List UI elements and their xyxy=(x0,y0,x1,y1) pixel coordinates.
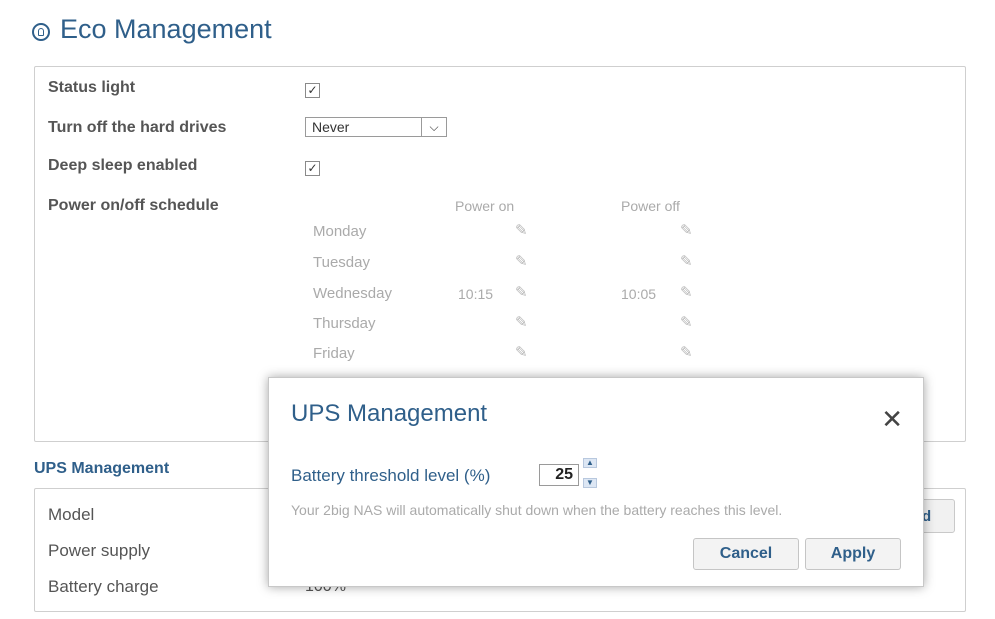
edit-power-on-icon[interactable]: ✎ xyxy=(515,285,531,301)
deep-sleep-label: Deep sleep enabled xyxy=(48,157,198,174)
power-on-time: 10:15 xyxy=(458,286,494,302)
day-label: Monday xyxy=(313,223,367,240)
day-label: Thursday xyxy=(313,315,376,332)
day-label: Wednesday xyxy=(313,285,392,302)
chevron-down-icon[interactable]: ⌵ xyxy=(421,118,446,136)
lightbulb-icon xyxy=(32,22,50,41)
power-off-header: Power off xyxy=(621,198,680,214)
edit-power-on-icon[interactable]: ✎ xyxy=(515,315,531,331)
hard-drives-label: Turn off the hard drives xyxy=(48,119,227,136)
increment-arrow-icon[interactable]: ▲ xyxy=(583,458,597,468)
ups-management-dialog: UPS Management ✕ Battery threshold level… xyxy=(268,377,924,587)
deep-sleep-checkbox[interactable]: ✓ xyxy=(305,161,320,176)
edit-power-off-icon[interactable]: ✎ xyxy=(680,315,696,331)
decrement-arrow-icon[interactable]: ▼ xyxy=(583,478,597,488)
close-icon[interactable]: ✕ xyxy=(881,406,903,432)
edit-power-off-icon[interactable]: ✎ xyxy=(680,223,696,239)
battery-threshold-label: Battery threshold level (%) xyxy=(291,466,491,485)
battery-charge-label: Battery charge xyxy=(48,577,159,596)
dialog-title: UPS Management xyxy=(291,400,488,427)
edit-power-off-icon[interactable]: ✎ xyxy=(680,285,696,301)
model-label: Model xyxy=(48,505,95,524)
ups-section-heading: UPS Management xyxy=(34,460,170,477)
power-on-header: Power on xyxy=(455,198,515,214)
page-title-text: Eco Management xyxy=(60,14,272,44)
edit-power-off-icon[interactable]: ✎ xyxy=(680,345,696,361)
threshold-help-text: Your 2big NAS will automatically shut do… xyxy=(291,502,783,518)
power-off-time: 10:05 xyxy=(621,286,657,302)
power-supply-label: Power supply xyxy=(48,541,151,560)
day-label: Tuesday xyxy=(313,254,370,271)
edit-power-off-icon[interactable]: ✎ xyxy=(680,254,696,270)
status-light-checkbox[interactable]: ✓ xyxy=(305,83,320,98)
edit-power-on-icon[interactable]: ✎ xyxy=(515,223,531,239)
schedule-label: Power on/off schedule xyxy=(48,197,219,214)
page-title: Eco Management xyxy=(32,14,272,45)
day-label: Friday xyxy=(313,345,355,362)
apply-button[interactable]: Apply xyxy=(805,538,901,570)
cancel-button[interactable]: Cancel xyxy=(693,538,799,570)
hard-drives-select[interactable]: Never ⌵ xyxy=(305,117,447,137)
edit-power-on-icon[interactable]: ✎ xyxy=(515,254,531,270)
status-light-label: Status light xyxy=(48,79,136,96)
hard-drives-select-value: Never xyxy=(312,119,350,135)
edit-power-on-icon[interactable]: ✎ xyxy=(515,345,531,361)
battery-threshold-input[interactable]: 25 xyxy=(539,464,579,486)
